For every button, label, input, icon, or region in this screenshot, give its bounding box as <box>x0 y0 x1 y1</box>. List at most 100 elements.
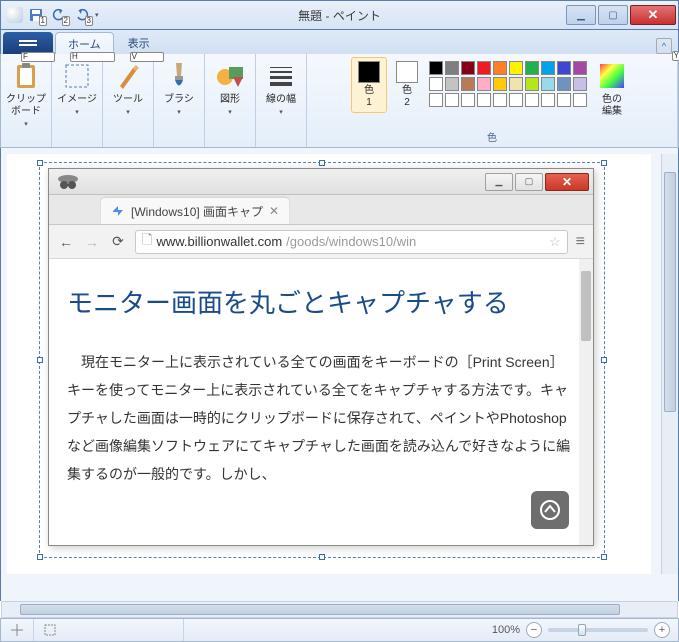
palette-color[interactable] <box>493 77 507 91</box>
group-clipboard: クリップ ボード ▾ <box>1 54 52 147</box>
chevron-down-icon: ▾ <box>177 108 181 116</box>
button-label: 色の 編集 <box>602 94 622 118</box>
button-label: イメージ <box>57 94 97 106</box>
browser-minimize-button[interactable]: ▁ <box>485 173 513 191</box>
clipboard-button[interactable]: クリップ ボード ▾ <box>5 57 47 131</box>
zoom-level: 100% <box>492 624 520 636</box>
selection-size-icon <box>44 624 56 636</box>
button-label: クリップ ボード <box>6 94 46 118</box>
palette-color[interactable] <box>573 61 587 75</box>
status-selection-size <box>34 619 184 641</box>
url-input[interactable]: 🗋 www.billionwallet.com/goods/windows10/… <box>135 230 568 254</box>
palette-color[interactable] <box>461 61 475 75</box>
palette-color[interactable] <box>445 93 459 107</box>
shortcut-badge: V <box>130 52 164 62</box>
minimize-button[interactable]: ▁ <box>566 5 596 25</box>
embedded-browser-window: ▁ ▢ ✕ [Windows10] 画面キャプ ✕ ← → ⟳ 🗋 www.bi <box>48 168 594 546</box>
palette-color[interactable] <box>509 61 523 75</box>
shortcut-badge: F <box>21 52 55 62</box>
statusbar: 100% − + <box>0 618 679 642</box>
palette-color[interactable] <box>477 61 491 75</box>
maximize-button[interactable]: ▢ <box>598 5 628 25</box>
palette-color[interactable] <box>541 93 555 107</box>
paint-app-icon[interactable] <box>7 7 23 23</box>
palette-color[interactable] <box>477 93 491 107</box>
button-label: ツール <box>113 94 143 106</box>
file-menu-tab[interactable]: F <box>3 32 53 54</box>
palette-color[interactable] <box>445 61 459 75</box>
button-label: 図形 <box>220 94 240 106</box>
shapes-button[interactable]: 図形 ▾ <box>209 57 251 119</box>
tab-home[interactable]: ホーム H <box>55 32 114 54</box>
palette-color[interactable] <box>493 61 507 75</box>
brushes-button[interactable]: ブラシ ▾ <box>158 57 200 119</box>
bookmark-star-icon[interactable]: ☆ <box>549 234 561 250</box>
close-button[interactable]: ✕ <box>630 5 676 25</box>
group-image: イメージ ▾ <box>52 54 103 147</box>
palette-color[interactable] <box>541 77 555 91</box>
image-select-button[interactable]: イメージ ▾ <box>56 57 98 119</box>
stroke-width-button[interactable]: 線の幅 ▾ <box>260 57 302 119</box>
qat-undo-button[interactable]: 2 <box>49 5 69 25</box>
palette-color[interactable] <box>493 93 507 107</box>
page-scrollbar[interactable] <box>579 259 593 545</box>
crosshair-icon <box>11 624 23 636</box>
back-button[interactable]: ← <box>57 233 75 251</box>
site-info-icon[interactable]: 🗋 <box>142 231 152 253</box>
canvas[interactable]: ▁ ▢ ✕ [Windows10] 画面キャプ ✕ ← → ⟳ 🗋 www.bi <box>7 154 651 574</box>
qat-redo-button[interactable]: 3 <box>72 5 92 25</box>
palette-color[interactable] <box>525 77 539 91</box>
ribbon-tab-strip: F ホーム H 表示 V ^Y <box>0 30 679 54</box>
button-label: 色 1 <box>364 85 374 109</box>
horizontal-scrollbar[interactable] <box>1 601 678 618</box>
palette-color[interactable] <box>429 93 443 107</box>
palette-color[interactable] <box>509 93 523 107</box>
titlebar: 1 2 3 ▾ 無題 - ペイント ▁ ▢ ✕ <box>0 0 679 30</box>
edit-colors-button[interactable]: 色の 編集 <box>591 57 633 121</box>
vertical-scrollbar[interactable] <box>661 154 678 574</box>
palette-color[interactable] <box>557 61 571 75</box>
shortcut-badge: 2 <box>62 16 70 26</box>
incognito-icon <box>55 171 81 193</box>
qat-save-button[interactable]: 1 <box>26 5 46 25</box>
button-label: 線の幅 <box>266 94 296 106</box>
color2-button[interactable]: 色 2 <box>389 57 425 113</box>
palette-color[interactable] <box>445 77 459 91</box>
scroll-to-top-button[interactable] <box>531 491 569 529</box>
forward-button[interactable]: → <box>83 233 101 251</box>
browser-menu-button[interactable]: ≡ <box>576 233 585 251</box>
tab-close-icon[interactable]: ✕ <box>269 204 279 218</box>
zoom-in-button[interactable]: + <box>654 622 670 638</box>
palette-color[interactable] <box>461 77 475 91</box>
palette-color[interactable] <box>461 93 475 107</box>
zoom-controls: 100% − + <box>484 622 678 638</box>
palette-color[interactable] <box>525 93 539 107</box>
palette-color[interactable] <box>509 77 523 91</box>
palette-color[interactable] <box>541 61 555 75</box>
reload-button[interactable]: ⟳ <box>109 233 127 251</box>
browser-tab[interactable]: [Windows10] 画面キャプ ✕ <box>101 198 289 224</box>
browser-close-button[interactable]: ✕ <box>545 173 589 191</box>
palette-color[interactable] <box>477 77 491 91</box>
chevron-down-icon: ▾ <box>24 120 28 128</box>
palette-color[interactable] <box>525 61 539 75</box>
palette-color[interactable] <box>573 77 587 91</box>
chevron-down-icon: ▾ <box>75 108 79 116</box>
palette-color[interactable] <box>573 93 587 107</box>
palette-color[interactable] <box>429 77 443 91</box>
slider-thumb[interactable] <box>578 624 586 636</box>
palette-color[interactable] <box>557 93 571 107</box>
palette-color[interactable] <box>429 61 443 75</box>
tab-title: [Windows10] 画面キャプ <box>131 203 263 220</box>
zoom-slider[interactable] <box>548 628 648 632</box>
color1-swatch <box>358 61 380 83</box>
qat-customize-arrow[interactable]: ▾ <box>95 11 99 19</box>
zoom-out-button[interactable]: − <box>526 622 542 638</box>
palette-color[interactable] <box>557 77 571 91</box>
ribbon-help-button[interactable]: ^Y <box>656 38 672 54</box>
color1-button[interactable]: 色 1 <box>351 57 387 113</box>
status-canvas-size <box>184 619 484 641</box>
browser-maximize-button[interactable]: ▢ <box>515 173 543 191</box>
tools-button[interactable]: ツール ▾ <box>107 57 149 119</box>
tab-view[interactable]: 表示 V <box>116 32 162 54</box>
